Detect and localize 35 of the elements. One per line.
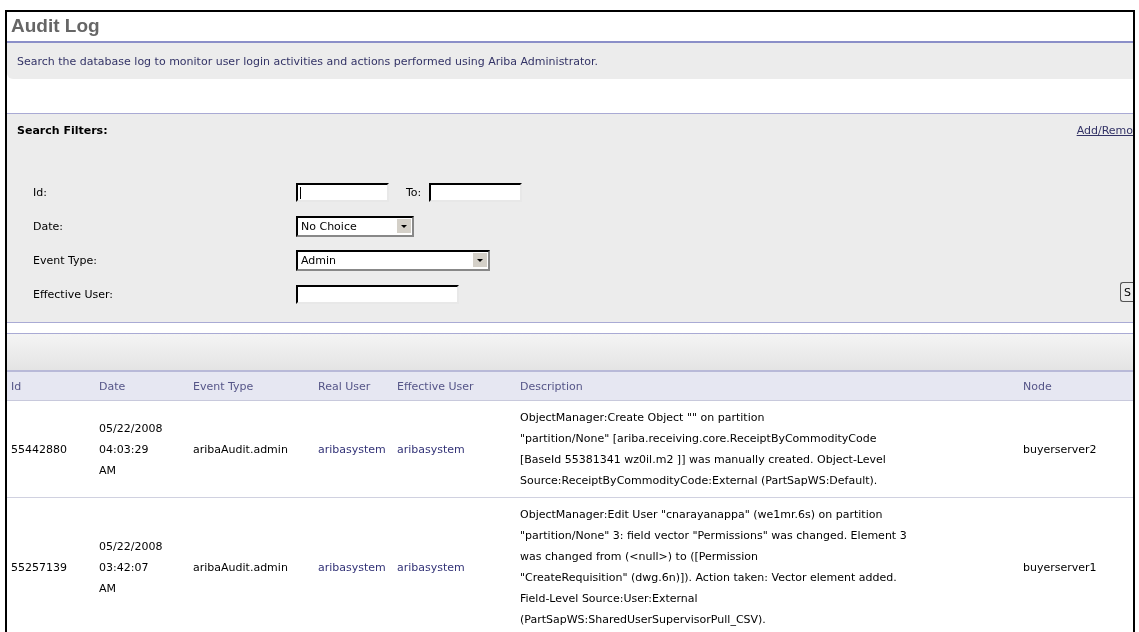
column-header[interactable]: Event Type <box>189 372 314 401</box>
table-cell: 05/22/2008 03:42:07 AM <box>95 497 189 632</box>
table-cell: 55257139 <box>7 497 95 632</box>
table-cell: aribaAudit.admin <box>189 400 314 498</box>
table-cell: 55442880 <box>7 400 95 498</box>
user-link[interactable]: aribasystem <box>318 560 386 574</box>
field-label: Id: <box>33 185 48 199</box>
field-label: Effective User: <box>33 287 115 301</box>
input-field[interactable] <box>296 284 459 304</box>
add-remove-link[interactable]: Add/Remo <box>1076 124 1133 137</box>
table-cell: buyerserver1 <box>1019 497 1133 632</box>
column-header[interactable]: Date <box>95 372 189 401</box>
column-header[interactable]: Real User <box>314 372 393 401</box>
search-button[interactable]: S <box>1120 282 1133 302</box>
filters-heading: Search Filters: <box>17 124 108 137</box>
input-field[interactable] <box>296 182 389 202</box>
column-header[interactable]: Description <box>516 372 1019 401</box>
column-header[interactable]: Node <box>1019 372 1133 401</box>
page-description: Search the database log to monitor user login activities and actions performed using Ariba Administrator. <box>17 54 598 68</box>
table-cell: ObjectManager:Edit User "cnarayanappa" (we1mr.6s) on partition "partition/None" 3: field vector "Permissions" was changed. Element 3 was changed from (<null>) to ([Permission "CreateRequisition" (dwg.6n)]). Action taken: Vector element added. Field-Level Source:User:External (PartSapWS:SharedUserSupervisorPull_CSV). <box>516 497 1019 632</box>
field-label: To: <box>406 185 422 199</box>
table-cell: aribaAudit.admin <box>189 497 314 632</box>
input-field[interactable] <box>429 182 523 202</box>
user-link[interactable]: aribasystem <box>397 442 465 456</box>
dropdown[interactable]: No Choice <box>296 215 414 237</box>
column-header[interactable]: Id <box>7 372 95 401</box>
user-link[interactable]: aribasystem <box>318 442 386 456</box>
field-label: Date: <box>33 219 64 233</box>
table-cell: 05/22/2008 04:03:29 AM <box>95 400 189 498</box>
field-label: Event Type: <box>33 253 98 267</box>
user-link[interactable]: aribasystem <box>397 560 465 574</box>
dropdown[interactable]: Admin <box>296 249 490 271</box>
table-cell: ObjectManager:Create Object "" on partition "partition/None" [ariba.receiving.core.ReceiptByCommodityCode [BaseId 55381341 wz0il.m2 ]] was manually created. Object-Level Source:ReceiptByCommodityCode:External (PartSapWS:Default). <box>516 400 1019 498</box>
table-cell: buyerserver2 <box>1019 400 1133 498</box>
column-header[interactable]: Effective User <box>393 372 516 401</box>
